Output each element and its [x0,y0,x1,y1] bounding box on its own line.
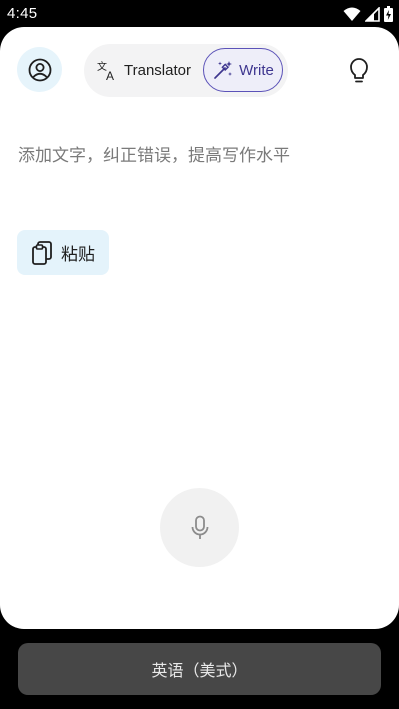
magic-wand-icon [212,59,234,81]
mic-button[interactable] [160,488,239,567]
mode-switch: 文 A Translator Write [84,44,288,97]
paste-button-label: 粘贴 [61,245,95,265]
text-input[interactable] [18,141,378,201]
status-time: 4:45 [7,5,38,22]
microphone-icon [190,515,210,541]
battery-icon [384,6,393,22]
signal-icon [365,6,380,22]
lightbulb-icon [349,58,369,84]
language-select-button[interactable]: 英语（美式） [18,643,381,695]
tab-translator-label: Translator [124,61,191,79]
svg-text:A: A [106,69,114,81]
language-label: 英语（美式） [151,661,248,680]
paste-button[interactable]: 粘贴 [17,230,109,275]
tips-button[interactable] [344,56,374,86]
account-circle-icon [28,58,52,82]
status-icons [343,6,393,22]
profile-button[interactable] [17,47,62,92]
wifi-icon [343,7,361,22]
tab-translator[interactable]: 文 A Translator [96,57,191,83]
tab-write-label: Write [239,61,274,79]
clipboard-icon [31,240,53,266]
main-card: 文 A Translator Write 添加文字，纠正错误，提高写作水平 粘贴 [0,27,399,629]
status-bar: 4:45 [0,0,399,28]
tab-write[interactable]: Write [203,48,283,92]
translate-icon: 文 A [96,59,118,81]
